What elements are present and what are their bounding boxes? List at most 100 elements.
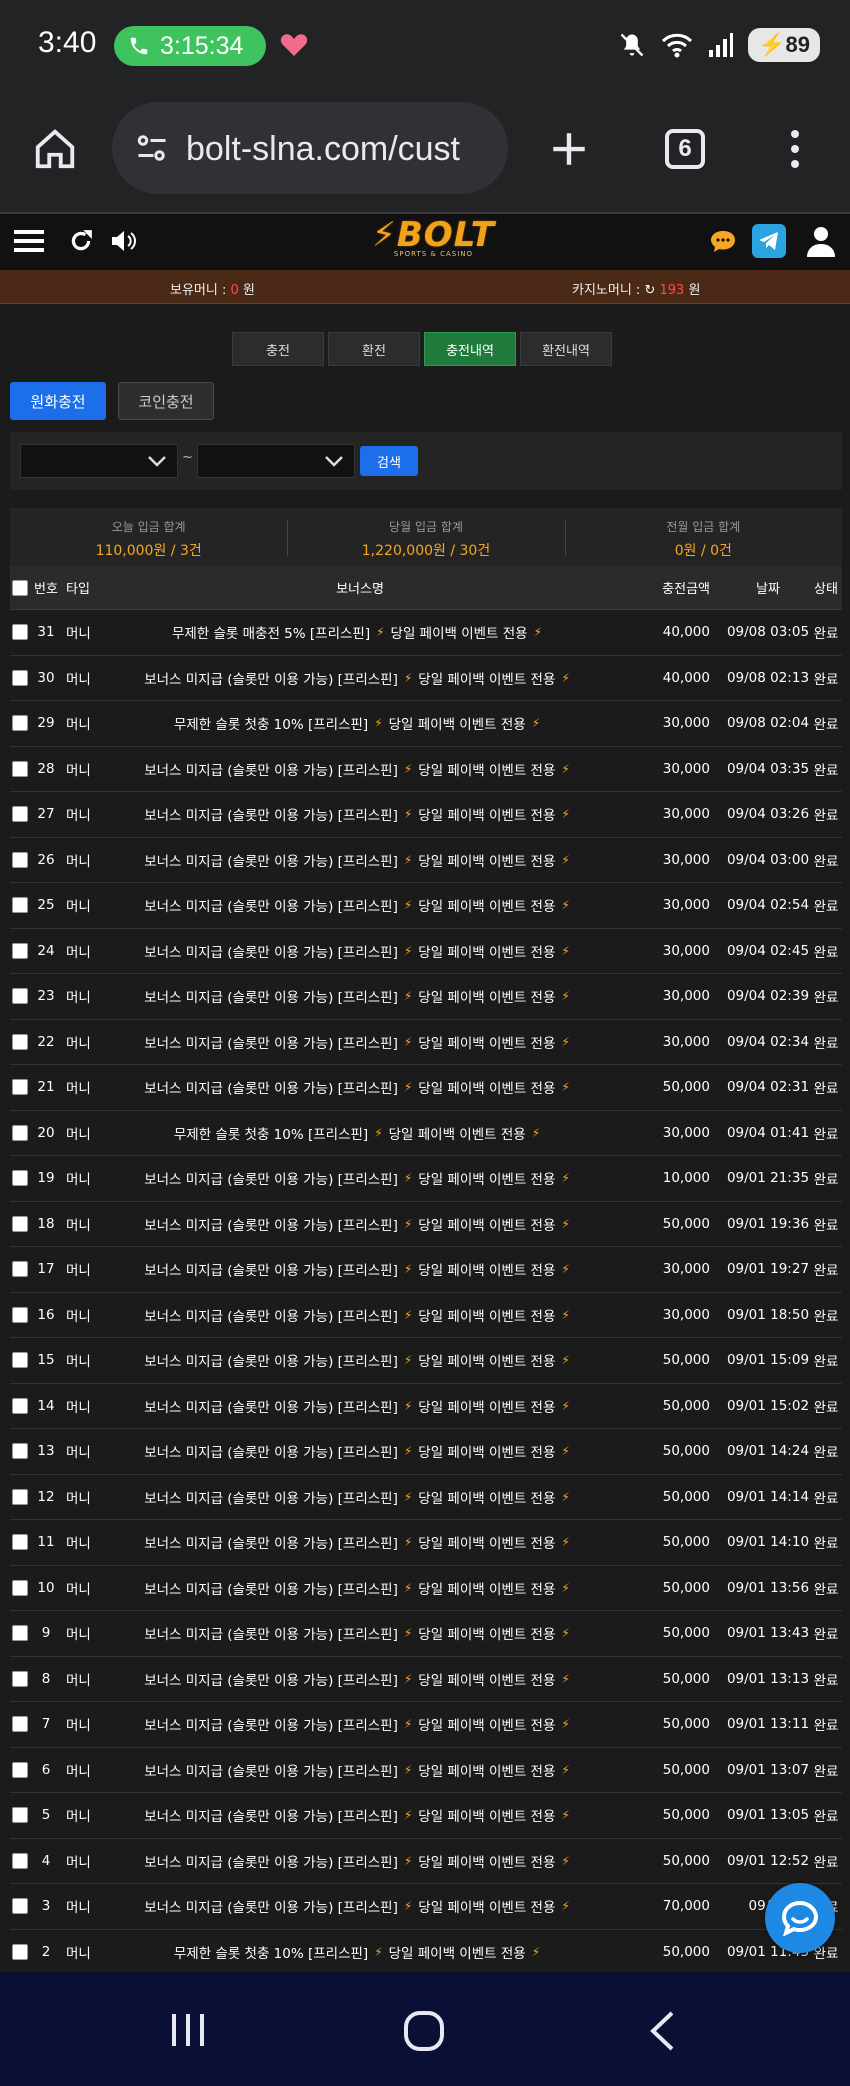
row-checkbox[interactable] bbox=[12, 669, 28, 686]
table-row[interactable]: 25 머니 보너스 미지급 (슬롯만 이용 가능) [프리스핀] ⚡ 당일 페이백 이벤… bbox=[10, 883, 842, 929]
table-row[interactable]: 2 머니 무제한 슬롯 첫충 10% [프리스핀] ⚡ 당일 페이백 이벤트 전용 ⚡ 50… bbox=[10, 1929, 842, 1975]
bonus-name-event: 당일 페이백 이벤트 전용 bbox=[418, 1718, 556, 1735]
row-checkbox[interactable] bbox=[12, 942, 28, 959]
table-row[interactable]: 10 머니 보너스 미지급 (슬롯만 이용 가능) [프리스핀] ⚡ 당일 페이백 이벤… bbox=[10, 1565, 842, 1611]
home-nav-icon[interactable] bbox=[403, 2010, 445, 2052]
table-row[interactable]: 3 머니 보너스 미지급 (슬롯만 이용 가능) [프리스핀] ⚡ 당일 페이백 이벤트… bbox=[10, 1884, 842, 1930]
holding-money-value: 0 bbox=[230, 283, 239, 298]
tab-deposit[interactable]: 충전 bbox=[232, 332, 324, 366]
end-date-select[interactable] bbox=[197, 444, 355, 478]
tab-withdraw-history[interactable]: 환전내역 bbox=[520, 332, 612, 366]
recent-apps-icon[interactable] bbox=[168, 2012, 208, 2048]
table-row[interactable]: 17 머니 보너스 미지급 (슬롯만 이용 가능) [프리스핀] ⚡ 당일 페이백 이벤… bbox=[10, 1247, 842, 1293]
table-row[interactable]: 4 머니 보너스 미지급 (슬롯만 이용 가능) [프리스핀] ⚡ 당일 페이백 이벤트… bbox=[10, 1838, 842, 1884]
new-tab-button[interactable] bbox=[534, 114, 604, 184]
table-row[interactable]: 15 머니 보너스 미지급 (슬롯만 이용 가능) [프리스핀] ⚡ 당일 페이백 이벤… bbox=[10, 1338, 842, 1384]
tab-withdraw[interactable]: 환전 bbox=[328, 332, 420, 366]
row-checkbox[interactable] bbox=[12, 1443, 28, 1460]
table-row[interactable]: 11 머니 보너스 미지급 (슬롯만 이용 가능) [프리스핀] ⚡ 당일 페이백 이벤… bbox=[10, 1520, 842, 1566]
table-row[interactable]: 31 머니 무제한 슬롯 매충전 5% [프리스핀] ⚡ 당일 페이백 이벤트 전용 ⚡ 4… bbox=[10, 610, 842, 656]
select-all-checkbox[interactable] bbox=[12, 579, 28, 596]
row-checkbox[interactable] bbox=[12, 1352, 28, 1369]
table-row[interactable]: 23 머니 보너스 미지급 (슬롯만 이용 가능) [프리스핀] ⚡ 당일 페이백 이벤… bbox=[10, 974, 842, 1020]
user-icon[interactable] bbox=[806, 225, 836, 257]
table-row[interactable]: 28 머니 보너스 미지급 (슬롯만 이용 가능) [프리스핀] ⚡ 당일 페이백 이벤… bbox=[10, 746, 842, 792]
row-amount: 30,000 bbox=[662, 760, 710, 777]
row-checkbox[interactable] bbox=[12, 1033, 28, 1050]
table-row[interactable]: 5 머니 보너스 미지급 (슬롯만 이용 가능) [프리스핀] ⚡ 당일 페이백 이벤트… bbox=[10, 1793, 842, 1839]
table-row[interactable]: 30 머니 보너스 미지급 (슬롯만 이용 가능) [프리스핀] ⚡ 당일 페이백 이벤… bbox=[10, 655, 842, 701]
row-checkbox[interactable] bbox=[12, 1852, 28, 1869]
table-row[interactable]: 7 머니 보너스 미지급 (슬롯만 이용 가능) [프리스핀] ⚡ 당일 페이백 이벤트… bbox=[10, 1702, 842, 1748]
browser-menu-button[interactable] bbox=[760, 114, 830, 184]
row-checkbox[interactable] bbox=[12, 1306, 28, 1323]
row-checkbox[interactable] bbox=[12, 715, 28, 732]
coin-deposit-button[interactable]: 코인충전 bbox=[118, 382, 214, 420]
row-checkbox[interactable] bbox=[12, 1716, 28, 1733]
row-checkbox[interactable] bbox=[12, 806, 28, 823]
site-logo[interactable]: ⚡BOLT SPORTS & CASINO bbox=[372, 216, 495, 258]
row-checkbox[interactable] bbox=[12, 988, 28, 1005]
lightning-bolt-icon: ⚡ bbox=[561, 1626, 570, 1641]
row-checkbox[interactable] bbox=[12, 1761, 28, 1778]
row-checkbox[interactable] bbox=[12, 1670, 28, 1687]
row-checkbox[interactable] bbox=[12, 897, 28, 914]
row-checkbox[interactable] bbox=[12, 1488, 28, 1505]
table-row[interactable]: 29 머니 무제한 슬롯 첫충 10% [프리스핀] ⚡ 당일 페이백 이벤트 전용 ⚡ 3… bbox=[10, 701, 842, 747]
row-amount: 50,000 bbox=[662, 1215, 710, 1232]
row-checkbox[interactable] bbox=[12, 624, 28, 641]
table-row[interactable]: 12 머니 보너스 미지급 (슬롯만 이용 가능) [프리스핀] ⚡ 당일 페이백 이벤… bbox=[10, 1474, 842, 1520]
row-status: 완료 bbox=[813, 1308, 839, 1325]
row-checkbox[interactable] bbox=[12, 1898, 28, 1915]
ongoing-call-chip[interactable]: 3:15:34 bbox=[114, 26, 266, 66]
row-checkbox[interactable] bbox=[12, 1943, 28, 1960]
row-checkbox[interactable] bbox=[12, 1079, 28, 1096]
table-row[interactable]: 27 머니 보너스 미지급 (슬롯만 이용 가능) [프리스핀] ⚡ 당일 페이백 이벤… bbox=[10, 792, 842, 838]
table-row[interactable]: 26 머니 보너스 미지급 (슬롯만 이용 가능) [프리스핀] ⚡ 당일 페이백 이벤… bbox=[10, 837, 842, 883]
row-checkbox[interactable] bbox=[12, 1124, 28, 1141]
home-button[interactable] bbox=[20, 114, 90, 184]
table-row[interactable]: 8 머니 보너스 미지급 (슬롯만 이용 가능) [프리스핀] ⚡ 당일 페이백 이벤트… bbox=[10, 1656, 842, 1702]
row-status: 완료 bbox=[813, 1581, 839, 1598]
table-row[interactable]: 6 머니 보너스 미지급 (슬롯만 이용 가능) [프리스핀] ⚡ 당일 페이백 이벤트… bbox=[10, 1747, 842, 1793]
krw-deposit-button[interactable]: 원화충전 bbox=[10, 382, 106, 420]
row-checkbox[interactable] bbox=[12, 1215, 28, 1232]
refresh-icon[interactable] bbox=[68, 227, 94, 255]
speaker-icon[interactable] bbox=[110, 228, 140, 254]
row-checkbox[interactable] bbox=[12, 851, 28, 868]
table-row[interactable]: 24 머니 보너스 미지급 (슬롯만 이용 가능) [프리스핀] ⚡ 당일 페이백 이벤… bbox=[10, 928, 842, 974]
row-checkbox[interactable] bbox=[12, 1579, 28, 1596]
table-row[interactable]: 14 머니 보너스 미지급 (슬롯만 이용 가능) [프리스핀] ⚡ 당일 페이백 이벤… bbox=[10, 1383, 842, 1429]
row-checkbox[interactable] bbox=[12, 760, 28, 777]
row-date: 09/01 14:14 bbox=[726, 1488, 810, 1505]
row-checkbox[interactable] bbox=[12, 1625, 28, 1642]
row-checkbox[interactable] bbox=[12, 1261, 28, 1278]
refresh-icon[interactable]: ↻ bbox=[644, 283, 655, 298]
row-checkbox[interactable] bbox=[12, 1807, 28, 1824]
table-row[interactable]: 19 머니 보너스 미지급 (슬롯만 이용 가능) [프리스핀] ⚡ 당일 페이백 이벤… bbox=[10, 1156, 842, 1202]
start-date-select[interactable] bbox=[20, 444, 178, 478]
table-row[interactable]: 18 머니 보너스 미지급 (슬롯만 이용 가능) [프리스핀] ⚡ 당일 페이백 이벤… bbox=[10, 1201, 842, 1247]
menu-icon[interactable] bbox=[14, 228, 44, 254]
row-checkbox[interactable] bbox=[12, 1534, 28, 1551]
table-row[interactable]: 22 머니 보너스 미지급 (슬롯만 이용 가능) [프리스핀] ⚡ 당일 페이백 이벤… bbox=[10, 1019, 842, 1065]
support-chat-button[interactable] bbox=[765, 1883, 835, 1953]
telegram-icon[interactable] bbox=[752, 224, 786, 258]
row-amount: 50,000 bbox=[662, 1670, 710, 1687]
table-row[interactable]: 13 머니 보너스 미지급 (슬롯만 이용 가능) [프리스핀] ⚡ 당일 페이백 이벤… bbox=[10, 1429, 842, 1475]
site-settings-icon[interactable] bbox=[134, 130, 170, 166]
tab-switcher-button[interactable]: 6 bbox=[650, 114, 720, 184]
address-bar[interactable]: bolt-slna.com/cust bbox=[112, 102, 508, 194]
chat-bubble-icon[interactable] bbox=[710, 229, 736, 253]
table-row[interactable]: 16 머니 보너스 미지급 (슬롯만 이용 가능) [프리스핀] ⚡ 당일 페이백 이벤… bbox=[10, 1292, 842, 1338]
row-checkbox[interactable] bbox=[12, 1397, 28, 1414]
table-row[interactable]: 21 머니 보너스 미지급 (슬롯만 이용 가능) [프리스핀] ⚡ 당일 페이백 이벤… bbox=[10, 1065, 842, 1111]
tab-deposit-history[interactable]: 충전내역 bbox=[424, 332, 516, 366]
table-row[interactable]: 9 머니 보너스 미지급 (슬롯만 이용 가능) [프리스핀] ⚡ 당일 페이백 이벤트… bbox=[10, 1611, 842, 1657]
row-date: 09/04 03:26 bbox=[726, 806, 810, 823]
table-row[interactable]: 20 머니 무제한 슬롯 첫충 10% [프리스핀] ⚡ 당일 페이백 이벤트 전용 ⚡ 3… bbox=[10, 1110, 842, 1156]
search-button[interactable]: 검색 bbox=[360, 446, 418, 476]
lightning-bolt-icon: ⚡ bbox=[403, 1580, 413, 1595]
row-checkbox[interactable] bbox=[12, 1170, 28, 1187]
back-icon[interactable] bbox=[648, 2010, 676, 2052]
